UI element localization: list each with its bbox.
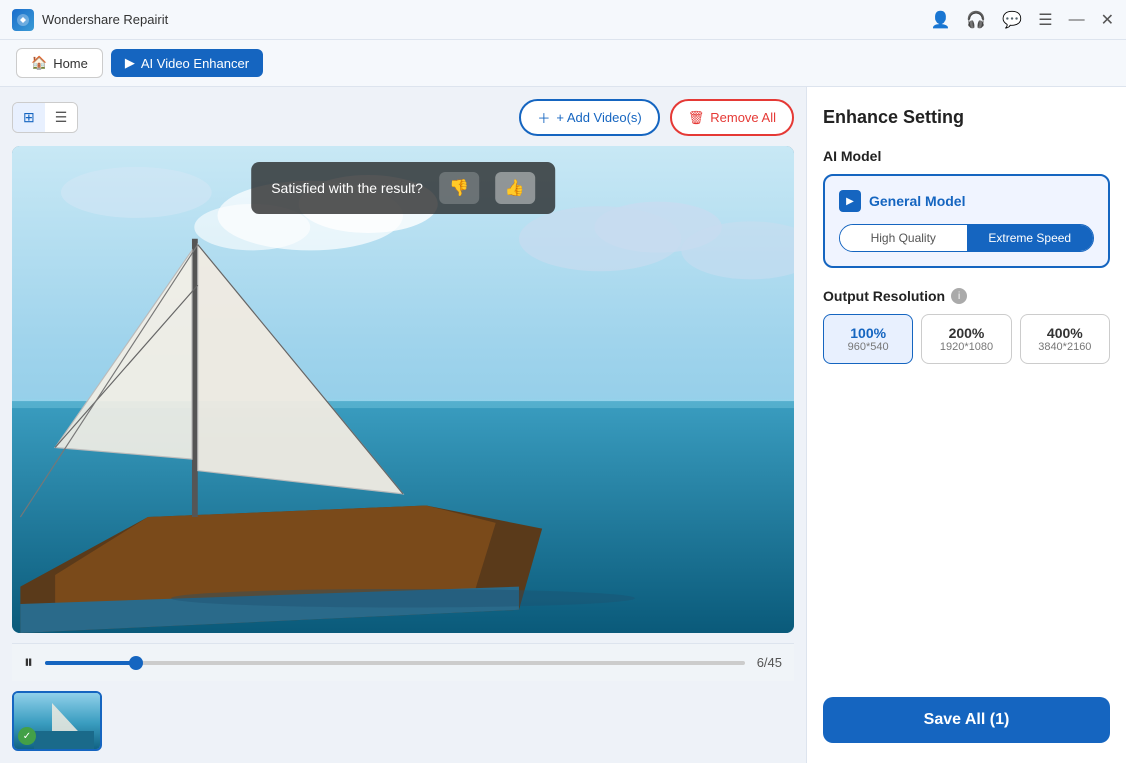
resolution-options: 100% 960*540 200% 1920*1080 400% 3840*21… bbox=[823, 314, 1110, 364]
resolution-100-button[interactable]: 100% 960*540 bbox=[823, 314, 913, 364]
satisfaction-text: Satisfied with the result? bbox=[271, 180, 423, 196]
chat-icon[interactable]: 💬 bbox=[1002, 10, 1022, 30]
save-all-button[interactable]: Save All (1) bbox=[823, 697, 1110, 743]
extreme-speed-button[interactable]: Extreme Speed bbox=[967, 225, 1094, 251]
ai-enhancer-nav-item[interactable]: ▶ AI Video Enhancer bbox=[111, 49, 263, 77]
minimize-button[interactable]: — bbox=[1069, 11, 1085, 29]
thumbnails-row: ✓ bbox=[12, 691, 794, 751]
ai-model-header: ▶ General Model bbox=[839, 190, 1094, 212]
video-controls: ⏸ 6/45 bbox=[12, 643, 794, 681]
add-videos-button[interactable]: ＋ + Add Video(s) bbox=[519, 99, 659, 136]
resolution-label-row: Output Resolution i bbox=[823, 288, 1110, 304]
res-200-dims: 1920*1080 bbox=[928, 341, 1004, 353]
res-400-percent: 400% bbox=[1027, 325, 1103, 341]
home-label: Home bbox=[53, 56, 88, 71]
info-icon: i bbox=[951, 288, 967, 304]
resolution-200-button[interactable]: 200% 1920*1080 bbox=[921, 314, 1011, 364]
main-layout: ⊞ ☰ ＋ + Add Video(s) 🗑 Remove All bbox=[0, 87, 1126, 763]
thumbnail-check: ✓ bbox=[18, 727, 36, 745]
ai-model-card[interactable]: ▶ General Model High Quality Extreme Spe… bbox=[823, 174, 1110, 268]
video-background bbox=[12, 146, 794, 633]
app-icon bbox=[12, 9, 34, 31]
enhancer-icon: ▶ bbox=[125, 55, 135, 71]
nav-bar: 🏠 Home ▶ AI Video Enhancer bbox=[0, 40, 1126, 87]
remove-all-label: Remove All bbox=[710, 110, 776, 125]
res-100-percent: 100% bbox=[830, 325, 906, 341]
ai-model-icon: ▶ bbox=[839, 190, 861, 212]
enhancer-label: AI Video Enhancer bbox=[141, 56, 249, 71]
pause-button[interactable]: ⏸ bbox=[24, 652, 33, 673]
resolution-section: Output Resolution i 100% 960*540 200% 19… bbox=[823, 288, 1110, 364]
title-bar-controls: 👤 🎧 💬 ☰ — ✕ bbox=[930, 10, 1114, 30]
account-icon[interactable]: 👤 bbox=[930, 10, 950, 30]
title-bar-left: Wondershare Repairit bbox=[12, 9, 168, 31]
close-button[interactable]: ✕ bbox=[1101, 10, 1114, 30]
trash-icon: 🗑 bbox=[688, 110, 705, 126]
app-title: Wondershare Repairit bbox=[42, 12, 168, 27]
home-icon: 🏠 bbox=[31, 55, 47, 71]
video-thumbnail[interactable]: ✓ bbox=[12, 691, 102, 751]
progress-bar[interactable] bbox=[45, 661, 745, 665]
home-nav-item[interactable]: 🏠 Home bbox=[16, 48, 103, 78]
right-panel: Enhance Setting AI Model ▶ General Model… bbox=[806, 87, 1126, 763]
ai-model-label: AI Model bbox=[823, 148, 1110, 164]
thumbs-down-button[interactable]: 👎 bbox=[439, 172, 479, 204]
toolbar: ⊞ ☰ ＋ + Add Video(s) 🗑 Remove All bbox=[12, 99, 794, 136]
panel-title: Enhance Setting bbox=[823, 107, 1110, 128]
progress-fill bbox=[45, 661, 136, 665]
view-toggles: ⊞ ☰ bbox=[12, 102, 78, 133]
res-100-dims: 960*540 bbox=[830, 341, 906, 353]
title-bar: Wondershare Repairit 👤 🎧 💬 ☰ — ✕ bbox=[0, 0, 1126, 40]
time-display: 6/45 bbox=[757, 655, 782, 670]
progress-thumb bbox=[129, 656, 143, 670]
ai-model-name: General Model bbox=[869, 193, 965, 209]
grid-view-button[interactable]: ⊞ bbox=[13, 103, 45, 132]
headphones-icon[interactable]: 🎧 bbox=[966, 10, 986, 30]
video-area: Satisfied with the result? 👎 👍 bbox=[12, 146, 794, 633]
quality-toggles: High Quality Extreme Speed bbox=[839, 224, 1094, 252]
thumbs-up-button[interactable]: 👍 bbox=[495, 172, 535, 204]
res-200-percent: 200% bbox=[928, 325, 1004, 341]
add-videos-label: + Add Video(s) bbox=[556, 110, 641, 125]
resolution-400-button[interactable]: 400% 3840*2160 bbox=[1020, 314, 1110, 364]
satisfaction-overlay: Satisfied with the result? 👎 👍 bbox=[251, 162, 555, 214]
output-resolution-label: Output Resolution bbox=[823, 288, 945, 304]
add-icon: ＋ bbox=[537, 108, 550, 127]
left-panel: ⊞ ☰ ＋ + Add Video(s) 🗑 Remove All bbox=[0, 87, 806, 763]
ai-model-section: AI Model ▶ General Model High Quality Ex… bbox=[823, 148, 1110, 268]
high-quality-button[interactable]: High Quality bbox=[840, 225, 967, 251]
menu-icon[interactable]: ☰ bbox=[1038, 10, 1052, 30]
remove-all-button[interactable]: 🗑 Remove All bbox=[670, 99, 794, 136]
toolbar-right: ＋ + Add Video(s) 🗑 Remove All bbox=[519, 99, 794, 136]
res-400-dims: 3840*2160 bbox=[1027, 341, 1103, 353]
list-view-button[interactable]: ☰ bbox=[45, 103, 78, 132]
